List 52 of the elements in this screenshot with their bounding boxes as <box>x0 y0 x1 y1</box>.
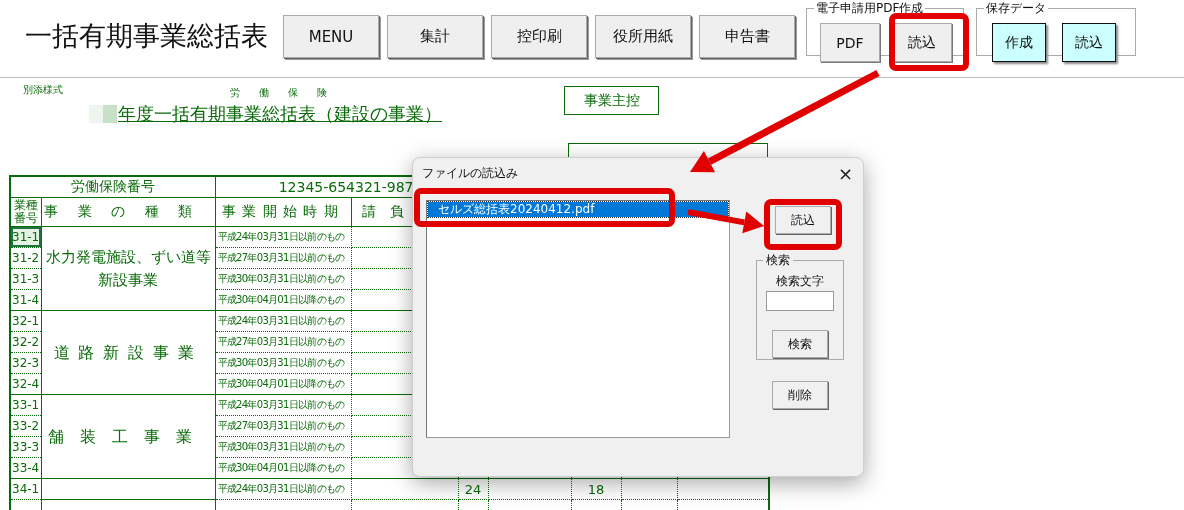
faded-block <box>89 105 117 123</box>
table-header: 業種番号 <box>10 197 41 227</box>
toolbar-button[interactable]: MENU <box>283 15 379 58</box>
toolbar-button[interactable]: 申告書 <box>699 15 795 58</box>
row-code[interactable]: 32-1 <box>10 310 41 332</box>
period-cell: 平成27年03月31日以前のもの <box>215 247 351 269</box>
toolbar-button[interactable]: 控印刷 <box>491 15 587 58</box>
period-cell: 平成30年04月01日以降のもの <box>215 373 351 395</box>
toolbar-button[interactable]: 集計 <box>387 15 483 58</box>
period-cell: 平成30年03月31日以前のもの <box>215 352 351 374</box>
group-label: 保存データ <box>985 0 1047 17</box>
table-header: 事業の種類 <box>41 197 215 227</box>
row-code[interactable]: 31-1 <box>10 226 41 248</box>
toolbar-button[interactable]: 役所用紙 <box>595 15 691 58</box>
business-type: 道路新設事業 <box>41 310 215 395</box>
period-cell: 平成30年03月31日以前のもの <box>215 436 351 458</box>
period-cell: 平成30年03月31日以前のもの <box>215 268 351 290</box>
table-header: 労働保険番号 <box>10 176 215 198</box>
period-cell: 平成27年03月31日以前のもの <box>215 331 351 353</box>
file-list[interactable]: セルズ総括表20240412.pdf <box>426 200 730 438</box>
field-label: 検索文字 <box>776 273 824 290</box>
row-code[interactable]: 34-1 <box>10 478 41 500</box>
business-type: 舗装工事業 <box>41 394 215 479</box>
group-button[interactable]: 読込 <box>892 23 952 62</box>
load-button[interactable]: 読込 <box>775 206 831 234</box>
form-label: 別添様式 <box>23 83 64 97</box>
table-cell: 18 <box>571 478 621 500</box>
business-type: 水力発電施設、ずい道等新設事業 <box>41 226 215 311</box>
table-header: 事業開始時期 <box>215 197 351 227</box>
period-cell: 平成24年03月31日以前のもの <box>215 310 351 332</box>
file-item[interactable]: セルズ総括表20240412.pdf <box>428 202 728 217</box>
search-button[interactable]: 検索 <box>772 330 828 358</box>
group-label: 電子申請用PDF作成 <box>815 0 925 17</box>
group-button[interactable]: PDF <box>820 23 880 62</box>
sheet-title: 年度一括有期事業総括表（建設の事業） <box>118 102 443 126</box>
table-cell: 24 <box>458 478 488 500</box>
group-label: 検索 <box>765 252 791 269</box>
ruby-text: 労働保険 <box>230 86 347 100</box>
period-cell: 平成27年03月31日以前のもの <box>215 415 351 437</box>
period-cell: 平成24年03月31日以前のもの <box>215 478 351 500</box>
period-cell: 平成30年04月01日以降のもの <box>215 457 351 479</box>
delete-button[interactable]: 削除 <box>772 381 828 409</box>
period-cell: 平成24年03月31日以前のもの <box>215 226 351 248</box>
copy-label: 事業主控 <box>564 86 659 115</box>
group-button[interactable]: 読込 <box>1062 23 1116 62</box>
close-button[interactable]: × <box>835 162 855 184</box>
app-title: 一括有期事業総括表 <box>25 19 269 53</box>
row-code[interactable]: 33-1 <box>10 394 41 416</box>
period-cell: 平成30年04月01日以降のもの <box>215 289 351 311</box>
group-button[interactable]: 作成 <box>992 23 1046 62</box>
period-cell: 平成24年03月31日以前のもの <box>215 394 351 416</box>
search-field[interactable] <box>766 291 834 311</box>
